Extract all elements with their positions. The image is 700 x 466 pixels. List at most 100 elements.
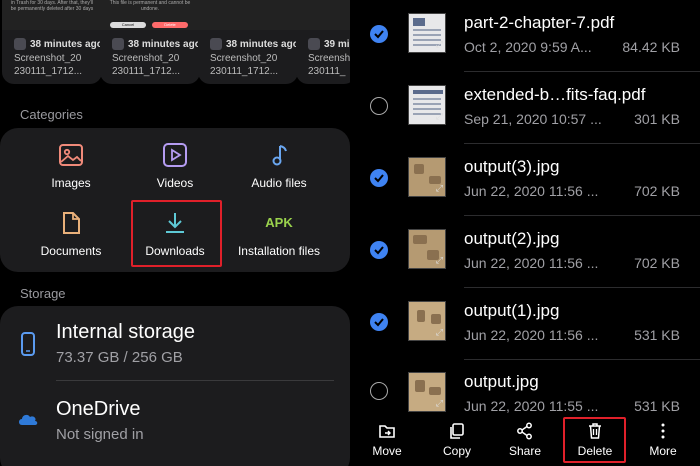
- recent-file-card[interactable]: in Trash for 30 days. After that, they'l…: [2, 0, 102, 84]
- checkmark-icon: [374, 246, 384, 255]
- recent-file-card[interactable]: This file is permanent and cannot be und…: [100, 0, 200, 84]
- file-size: 702 KB: [634, 255, 680, 271]
- category-label: Videos: [156, 176, 194, 190]
- recent-file-thumbnail: in Trash for 30 days. After that, they'l…: [2, 0, 102, 30]
- recent-file-card[interactable]: 39 minut Screensh 230111_: [296, 0, 350, 84]
- share-button[interactable]: Share: [492, 416, 558, 466]
- file-name: part-2-chapter-7.pdf: [464, 13, 615, 32]
- delete-highlight-box: [563, 417, 626, 463]
- recent-file-time-text: 38 minutes ago: [226, 38, 298, 50]
- video-icon: [163, 143, 187, 167]
- recent-file-time: 38 minutes ago: [210, 38, 298, 50]
- copy-button[interactable]: Copy: [424, 416, 490, 466]
- selected-checkbox[interactable]: [370, 169, 388, 187]
- document-icon: [63, 212, 80, 234]
- file-thumbnail: ⤢: [408, 229, 446, 269]
- recent-file-name: Screenshot_20 230111_1712...: [14, 53, 83, 77]
- file-row[interactable]: ⤢ output(2).jpg Jun 22, 2020 11:56 ... 7…: [350, 216, 700, 288]
- file-thumbnail: ⤢: [408, 13, 446, 53]
- selected-checkbox[interactable]: [370, 25, 388, 43]
- unselected-checkbox[interactable]: [370, 97, 388, 115]
- checkmark-icon: [374, 318, 384, 327]
- file-thumbnail: ⤢: [408, 372, 446, 412]
- selection-toolbar: Move Copy Share Delete More: [350, 416, 700, 466]
- share-label: Share: [508, 444, 542, 458]
- my-files-home: in Trash for 30 days. After that, they'l…: [0, 0, 350, 466]
- checkmark-icon: [374, 174, 384, 183]
- categories-heading: Categories: [20, 107, 83, 122]
- recent-file-name: Screenshot_20 230111_1712...: [112, 53, 181, 77]
- expand-icon: ⤢: [435, 255, 443, 265]
- category-label: Installation files: [237, 244, 321, 258]
- unselected-checkbox[interactable]: [370, 382, 388, 400]
- expand-icon: ⤢: [435, 183, 443, 193]
- downloads-highlight-box: [131, 200, 222, 267]
- expand-icon: ⤢: [435, 327, 443, 337]
- more-vertical-icon: [661, 423, 665, 439]
- storage-heading: Storage: [20, 286, 66, 301]
- file-row[interactable]: ⤢ output(1).jpg Jun 22, 2020 11:56 ... 5…: [350, 288, 700, 360]
- thumbnail-cancel-pill: Cancel: [110, 22, 146, 28]
- file-size: 301 KB: [634, 111, 680, 127]
- move-button[interactable]: Move: [354, 416, 420, 466]
- file-row[interactable]: ⤢ extended-b…fits-faq.pdf Sep 21, 2020 1…: [350, 72, 700, 144]
- storage-item-internal[interactable]: Internal storage 73.37 GB / 256 GB: [0, 316, 350, 382]
- phone-icon: [21, 332, 35, 356]
- expand-icon: ⤢: [435, 111, 443, 121]
- storage-title: OneDrive: [56, 398, 141, 420]
- category-documents[interactable]: Documents: [13, 210, 129, 278]
- category-installation-files[interactable]: APK Installation files: [221, 210, 337, 278]
- category-label: Images: [51, 176, 91, 190]
- recent-file-time: 39 minut: [308, 38, 350, 50]
- recent-file-time-text: 38 minutes ago: [30, 38, 102, 50]
- category-audio-files[interactable]: Audio files: [221, 142, 337, 210]
- file-name: output(3).jpg: [464, 157, 560, 176]
- file-size: 531 KB: [634, 398, 680, 414]
- file-name: output(2).jpg: [464, 229, 560, 248]
- cloud-icon: [19, 414, 38, 425]
- file-size: 531 KB: [634, 327, 680, 343]
- thumbnail-delete-pill: Delete: [152, 22, 188, 28]
- recent-file-thumbnail: This file is permanent and cannot be und…: [100, 0, 200, 30]
- recent-file-time: 38 minutes ago: [14, 38, 102, 50]
- move-label: Move: [372, 444, 402, 458]
- checkmark-icon: [374, 30, 384, 39]
- storage-status: Not signed in: [56, 426, 144, 443]
- file-thumbnail: ⤢: [408, 85, 446, 125]
- recent-file-time-text: 38 minutes ago: [128, 38, 200, 50]
- recent-file-thumbnail: [198, 0, 298, 30]
- copy-icon: [450, 423, 464, 439]
- thumbnail-text: in Trash for 30 days. After that, they'l…: [10, 0, 94, 12]
- downloads-file-list: ⤢ part-2-chapter-7.pdf Oct 2, 2020 9:59 …: [350, 0, 700, 466]
- screenshot-icon: [112, 38, 124, 50]
- share-icon: [517, 422, 532, 440]
- copy-label: Copy: [442, 444, 471, 458]
- category-label: Audio files: [251, 176, 307, 190]
- recent-file-time-text: 39 minut: [324, 38, 350, 50]
- expand-icon: ⤢: [435, 398, 443, 408]
- storage-item-onedrive[interactable]: OneDrive Not signed in: [0, 392, 350, 458]
- recent-file-thumbnail: [296, 0, 350, 30]
- music-note-icon: [272, 145, 287, 166]
- move-icon: [379, 425, 395, 438]
- selected-checkbox[interactable]: [370, 241, 388, 259]
- thumbnail-text: This file is permanent and cannot be und…: [109, 0, 191, 12]
- screenshot-icon: [210, 38, 222, 50]
- storage-title: Internal storage: [56, 321, 195, 343]
- apk-icon: APK: [265, 215, 293, 230]
- file-size: 702 KB: [634, 183, 680, 199]
- recent-file-card[interactable]: 38 minutes ago Screenshot_20 230111_1712…: [198, 0, 298, 84]
- file-name: output.jpg: [464, 372, 539, 391]
- image-icon: [59, 144, 83, 166]
- file-name: extended-b…fits-faq.pdf: [464, 85, 646, 104]
- selected-checkbox[interactable]: [370, 313, 388, 331]
- file-row[interactable]: ⤢ part-2-chapter-7.pdf Oct 2, 2020 9:59 …: [350, 0, 700, 72]
- screenshot-icon: [14, 38, 26, 50]
- file-name: output(1).jpg: [464, 301, 560, 320]
- recent-file-name: Screensh 230111_: [308, 53, 350, 77]
- more-button[interactable]: More: [630, 416, 696, 466]
- category-images[interactable]: Images: [13, 142, 129, 210]
- file-row[interactable]: ⤢ output(3).jpg Jun 22, 2020 11:56 ... 7…: [350, 144, 700, 216]
- storage-usage: 73.37 GB / 256 GB: [56, 349, 183, 366]
- screenshot-icon: [308, 38, 320, 50]
